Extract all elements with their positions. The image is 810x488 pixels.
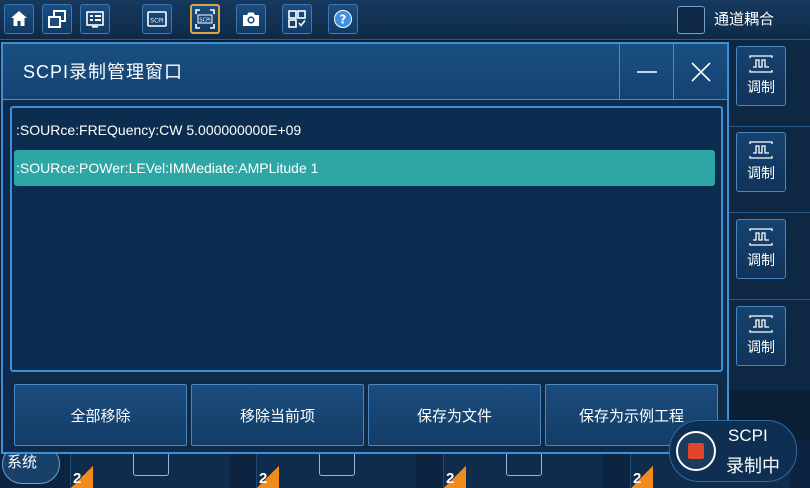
camera-button[interactable] [236,4,266,34]
help-icon: ? [334,10,352,28]
checklist-icon [86,11,104,28]
stop-icon [688,443,704,459]
close-icon [690,62,711,82]
modulation-button-1[interactable]: 调制 [736,46,786,106]
modulation-icon [749,141,773,159]
recording-label-scpi: SCPI [728,426,768,445]
scpi-command-list[interactable]: :SOURce:FREQuency:CW 5.000000000E+09 :SO… [10,106,723,372]
close-button[interactable] [673,44,727,100]
side-divider [728,299,810,300]
recording-label-status: 录制中 [726,456,780,476]
side-divider [728,212,810,213]
modulation-button-2[interactable]: 调制 [736,132,786,192]
modulation-icon [749,228,773,246]
windows-button[interactable] [42,4,72,34]
modulation-label: 调制 [747,79,775,95]
command-row[interactable]: :SOURce:FREQuency:CW 5.000000000E+09 [14,112,715,148]
minimize-button[interactable] [619,44,673,100]
modulation-label: 调制 [747,339,775,355]
tile-badge-number: 2 [259,470,268,487]
modulation-icon [749,315,773,333]
home-icon [11,11,27,26]
modulation-label: 调制 [747,252,775,268]
help-button[interactable]: ? [328,4,358,34]
modulation-icon [749,55,773,73]
remove-current-button[interactable]: 移除当前项 [191,384,364,446]
svg-text:SCPI: SCPI [150,18,164,25]
dialog-header: SCPI录制管理窗口 [3,44,727,100]
minimize-icon [636,71,657,73]
tile-badge-number: 2 [446,470,455,487]
home-button[interactable] [4,4,34,34]
remove-all-button[interactable]: 全部移除 [14,384,187,446]
tile-badge-number: 2 [73,470,82,487]
svg-text:?: ? [340,13,347,27]
svg-text:SCPI: SCPI [199,17,210,23]
modulation-button-3[interactable]: 调制 [736,219,786,279]
modulation-button-4[interactable]: 调制 [736,306,786,366]
tile-icon [506,452,542,476]
checklist-button[interactable] [80,4,110,34]
grid-icon [288,10,306,28]
grid-button[interactable] [282,4,312,34]
command-row-selected[interactable]: :SOURce:POWer:LEVel:IMMediate:AMPLitude … [14,150,715,186]
scpi-recording-widget[interactable]: SCPI 录制中 [669,420,797,482]
tile-badge-number: 2 [633,470,642,487]
scpi-record-dialog: SCPI录制管理窗口 :SOURce:FREQuency:CW 5.000000… [1,42,729,454]
camera-icon [243,12,259,26]
tile-icon [319,452,355,476]
side-divider [728,126,810,127]
dialog-action-bar: 全部移除 移除当前项 保存为文件 保存为示例工程 [10,380,723,450]
channel-coupling-label: 通道耦合 [714,11,775,28]
scpi-icon: SCPI [147,11,167,27]
scpi-record-icon: SCPI [195,9,215,29]
channel-coupling-checkbox[interactable] [677,6,705,34]
right-side-panel: 调制 调制 调制 调制 [728,40,810,390]
stop-recording-button[interactable] [676,431,716,471]
tile-icon [133,452,169,476]
windows-icon [48,10,66,28]
save-as-file-button[interactable]: 保存为文件 [368,384,541,446]
scpi-record-button[interactable]: SCPI [190,4,220,34]
top-toolbar: SCPI SCPI ? 通道耦合 [0,0,810,40]
dialog-title: SCPI录制管理窗口 [23,62,184,82]
modulation-label: 调制 [747,165,775,181]
scpi-button[interactable]: SCPI [142,4,172,34]
